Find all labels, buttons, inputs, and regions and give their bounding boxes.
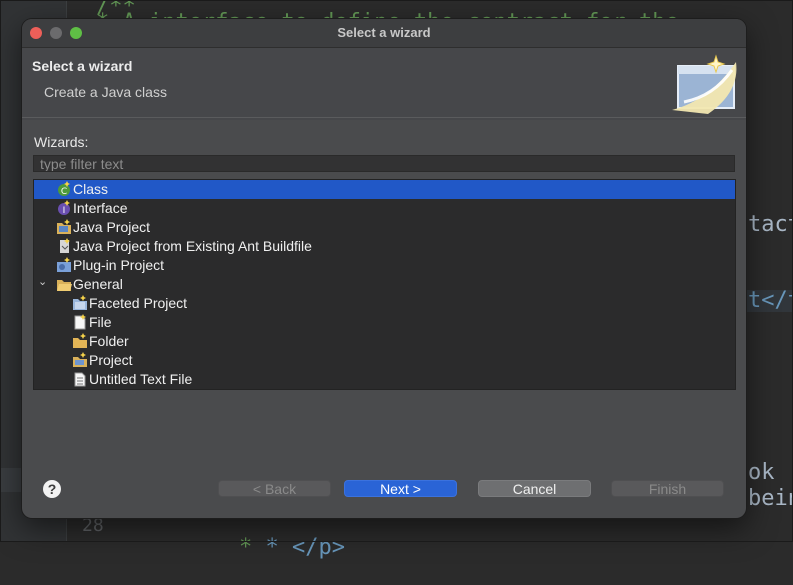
wizards-label: Wizards: [34,134,89,150]
editor-code-fragment-4: bein [748,486,793,511]
next-button[interactable]: Next > [344,480,457,497]
wizard-tree-item[interactable]: Faceted Project [34,294,735,313]
editor-code-line: * * </p> [238,535,345,560]
editor-code-fragment-2: t</t [748,288,793,313]
wizard-tree-item-label: Java Project from Existing Ant Buildfile [73,238,312,254]
wizard-tree-item[interactable]: ⌄ General [34,275,735,294]
wizard-tree-item[interactable]: C Class [34,180,735,199]
page-title: Select a wizard [32,58,133,74]
back-button[interactable]: < Back [218,480,331,497]
wizard-tree-item[interactable]: Untitled Text File [34,370,735,389]
wizard-tree-item-label: File [89,314,112,330]
wizard-tree-item-label: Untitled Text File [89,371,193,387]
editor-line-highlight [0,468,22,492]
wizard-tree-item-label: Interface [73,200,128,216]
filter-input[interactable] [33,155,735,172]
wizard-tree-item-label: Faceted Project [89,295,188,311]
chevron-down-icon[interactable]: ⌄ [38,275,47,288]
editor-code-fragment-3: ok [748,460,775,485]
new-project-icon [72,352,88,368]
wizard-tree-item[interactable]: Folder [34,332,735,351]
java-class-icon: C [56,181,72,197]
wizard-tree-item[interactable]: Java Project from Existing Ant Buildfile [34,237,735,256]
wizard-tree-item-label: Java Project [73,219,151,235]
wizard-tree-item-label: Folder [89,333,129,349]
wizard-tree-item[interactable]: Project [34,351,735,370]
java-project-icon [56,219,72,235]
line-number: 28 [82,515,104,536]
wizard-tree-item[interactable]: File [34,313,735,332]
ant-buildfile-icon [56,238,72,254]
wizard-banner-icon [672,54,737,114]
wizard-tree-item-label: General [73,276,123,292]
wizard-tree-item[interactable]: Java Project [34,218,735,237]
editor-code-fragment: tact [748,212,793,237]
svg-text:C: C [61,187,67,197]
wizard-header: Select a wizard Create a Java class [22,48,746,120]
folder-open-icon [56,276,72,292]
wizard-tree-item-label: Project [89,352,133,368]
wizard-tree-item-label: Plug-in Project [73,257,165,273]
finish-button[interactable]: Finish [611,480,724,497]
window-title: Select a wizard [337,25,431,40]
java-interface-icon: I [56,200,72,216]
wizard-tree-item[interactable]: Plug-in Project [34,256,735,275]
new-file-icon [72,314,88,330]
help-button[interactable]: ? [43,480,61,498]
cancel-button[interactable]: Cancel [478,480,591,497]
plugin-project-icon [56,257,72,273]
wizard-tree[interactable]: C Class I Interface Java Project Java Project… [33,179,736,390]
faceted-project-icon [72,295,88,311]
title-bar: Select a wizard [22,19,746,48]
text-file-icon [72,371,88,387]
new-folder-icon [72,333,88,349]
wizard-tree-item[interactable]: I Interface [34,199,735,218]
svg-text:I: I [63,206,66,216]
wizard-tree-item-label: Class [73,181,109,197]
select-wizard-dialog: Select a wizard Select a wizard Create a… [22,19,746,518]
header-divider [22,117,746,118]
page-subtitle: Create a Java class [44,84,167,100]
